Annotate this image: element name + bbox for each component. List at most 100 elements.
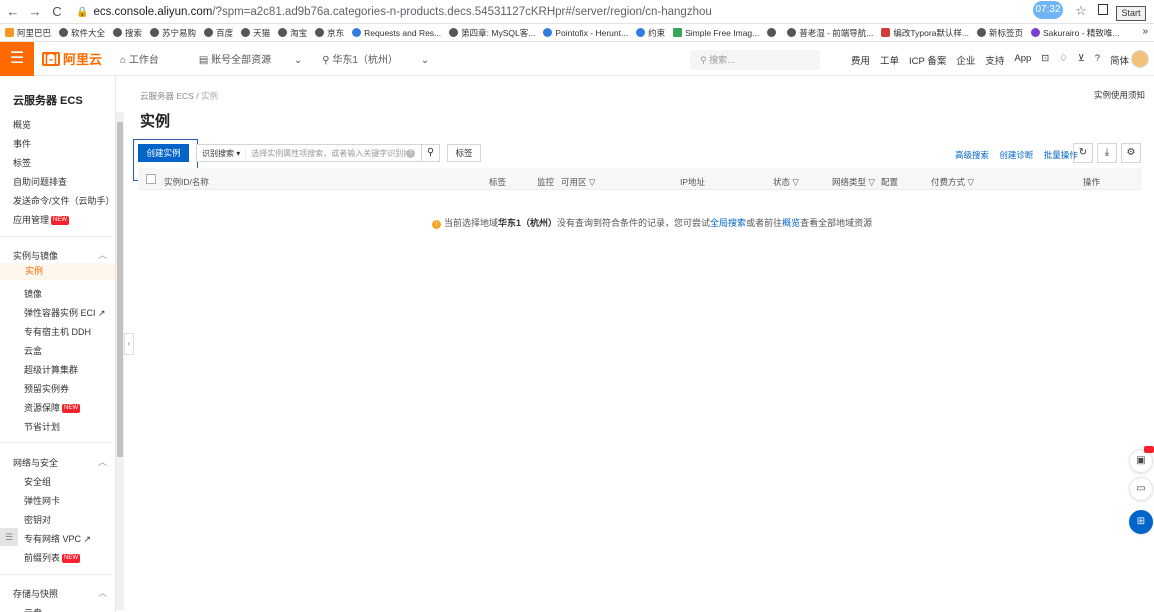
tag-filter-button[interactable]: 标签 (447, 144, 481, 162)
search-icon[interactable]: ⚲ (422, 144, 440, 162)
sidebar-item-capacity[interactable]: 资源保障 NEW (24, 401, 81, 414)
bookmark-item[interactable]: 天猫 (241, 27, 270, 39)
aliyun-logo[interactable]: [-] 阿里云 (42, 49, 102, 68)
bookmark-item[interactable]: Pointofix - Herunt... (543, 28, 628, 38)
filter-icon[interactable]: ▽ (792, 177, 799, 187)
create-instance-button[interactable]: 创建实例 (138, 144, 189, 162)
help-icon[interactable]: ? (406, 148, 415, 158)
start-button[interactable]: Start (1116, 6, 1146, 21)
feedback-float-icon[interactable]: ▭ (1129, 477, 1153, 501)
bell-icon[interactable]: ♢ (1059, 53, 1068, 67)
filter-icon[interactable]: ▽ (967, 177, 974, 187)
bookmark-item[interactable]: 编改Typora默认样... (881, 27, 969, 39)
bookmark-item[interactable]: 淘宝 (278, 27, 307, 39)
bookmark-item[interactable]: 约束 (636, 27, 665, 39)
sidebar-item-security-groups[interactable]: 安全组 (24, 475, 51, 488)
list-icon[interactable]: ☰ (0, 528, 18, 546)
sidebar-item-events[interactable]: 事件 (13, 137, 31, 150)
forward-icon[interactable]: → (26, 4, 44, 19)
col-network-type[interactable]: 网络类型 ▽ (832, 176, 875, 188)
bookmark-item[interactable]: 阿里巴巴 (5, 27, 51, 39)
sidebar-item-app-management[interactable]: 应用管理 NEW (13, 213, 70, 226)
sidebar-group-network-security[interactable]: 网络与安全 (13, 456, 58, 469)
menu-icon[interactable]: ☰ (0, 41, 34, 76)
breadcrumb-root[interactable]: 云服务器 ECS (140, 91, 194, 101)
top-search-input[interactable]: ⚲ 搜索... (690, 50, 820, 70)
account-resources-dropdown[interactable]: ▤ 账号全部资源 ⌄ (199, 51, 302, 66)
apps-float-icon[interactable]: ⊞ (1129, 510, 1153, 534)
toplink-ticket[interactable]: 工单 (880, 53, 899, 67)
cart-icon[interactable]: ⊻ (1078, 53, 1085, 67)
sidebar-item-savings-plan[interactable]: 节省计划 (24, 420, 60, 433)
search-mode-select[interactable]: 识别搜索 ▾ (197, 147, 247, 159)
sidebar-item-cloud-box[interactable]: 云盒 (24, 344, 42, 357)
bookmark-item[interactable]: 百度 (204, 27, 233, 39)
sidebar-item-instances[interactable]: 实例 (0, 263, 115, 280)
chevron-up-icon[interactable]: ︿ (98, 586, 107, 599)
bookmark-item[interactable]: Simple Free Imag... (673, 28, 759, 38)
toplink-enterprise[interactable]: 企业 (956, 53, 975, 67)
select-all-checkbox[interactable] (146, 174, 156, 184)
filter-icon[interactable]: ▽ (868, 177, 875, 187)
bookmark-item[interactable] (767, 28, 779, 37)
bookmark-item[interactable]: 软件大全 (59, 27, 105, 39)
col-status[interactable]: 状态 ▽ (773, 176, 799, 188)
help-icon[interactable]: ? (1095, 53, 1100, 67)
col-billing[interactable]: 付费方式 ▽ (931, 176, 974, 188)
download-icon[interactable]: ⤓ (1097, 143, 1117, 163)
sidebar-item-overview[interactable]: 概览 (13, 118, 31, 131)
bookmark-item[interactable]: Requests and Res... (352, 28, 441, 38)
col-zone[interactable]: 可用区 ▽ (561, 176, 595, 188)
user-avatar[interactable] (1131, 50, 1149, 68)
back-icon[interactable]: ← (4, 4, 22, 19)
toplink-app[interactable]: App (1014, 53, 1031, 67)
bookmark-item[interactable]: 新标签页 (976, 27, 1023, 39)
sidebar-item-prefix-list[interactable]: 前缀列表 NEW (24, 551, 81, 564)
language-switch[interactable]: 简体 (1110, 53, 1129, 67)
advanced-search-link[interactable]: 高级搜索 (955, 150, 989, 160)
sidebar-item-vpc[interactable]: 专有网络 VPC ↗ (24, 532, 91, 545)
reload-icon[interactable]: C (48, 4, 66, 19)
address-bar[interactable]: 🔒 ecs.console.aliyun.com/?spm=a2c81.ad9b7… (76, 6, 712, 18)
toplink-support[interactable]: 支持 (985, 53, 1004, 67)
chevron-up-icon[interactable]: ︿ (98, 248, 107, 261)
instance-search[interactable]: 识别搜索 ▾ 选择实例属性项搜索，或者输入关键字识别搜索 ? (196, 144, 422, 162)
sidebar-item-ddh[interactable]: 专有宿主机 DDH (24, 325, 91, 338)
global-search-link[interactable]: 全局搜索 (710, 218, 746, 228)
sidebar-item-scc[interactable]: 超级计算集群 (24, 363, 78, 376)
toplink-fee[interactable]: 费用 (851, 53, 870, 67)
sidebar-item-tags[interactable]: 标签 (13, 156, 31, 169)
sidebar-item-eci[interactable]: 弹性容器实例 ECI ↗ (24, 306, 106, 319)
sidebar-group-storage[interactable]: 存储与快照 (13, 587, 58, 600)
settings-icon[interactable]: ⚙ (1121, 143, 1141, 163)
sidebar-scroll-thumb[interactable] (117, 122, 123, 457)
bookmarks-more-icon[interactable]: » (1142, 26, 1148, 37)
workbench-link[interactable]: ⌂ 工作台 (120, 51, 179, 66)
create-diagnosis-link[interactable]: 创建诊断 (999, 150, 1033, 160)
search-input[interactable]: 选择实例属性项搜索，或者输入关键字识别搜索 (246, 148, 406, 159)
region-dropdown[interactable]: ⚲ 华东1（杭州） ⌄ (322, 51, 429, 66)
sidebar-item-images[interactable]: 镜像 (24, 287, 42, 300)
bookmark-item[interactable]: 苏宁易购 (150, 27, 196, 39)
sidebar-item-cloud-assistant[interactable]: 发送命令/文件（云助手） (13, 194, 115, 207)
bookmark-star-icon[interactable]: ☆ (1075, 3, 1087, 19)
bookmark-item[interactable]: 第四章: MySQL客... (449, 27, 535, 39)
collapse-sidebar-icon[interactable]: ‹ (124, 333, 134, 355)
sidebar-item-disks[interactable]: 云盘 (24, 606, 42, 612)
bookmark-item[interactable]: Sakurairo - 精致唯... (1030, 27, 1120, 39)
instance-notice-link[interactable]: 实例使用须知 (1094, 89, 1145, 101)
bookmark-item[interactable]: 京东 (315, 27, 344, 39)
sidebar-item-reserved[interactable]: 预留实例券 (24, 382, 69, 395)
sidebar-item-eni[interactable]: 弹性网卡 (24, 494, 60, 507)
sidebar-group-instances-images[interactable]: 实例与镜像 (13, 249, 58, 262)
refresh-icon[interactable]: ↻ (1073, 143, 1093, 163)
filter-icon[interactable]: ▽ (589, 177, 596, 187)
overview-link[interactable]: 概览 (782, 218, 800, 228)
terminal-icon[interactable]: ⊡ (1041, 53, 1049, 67)
sidebar-item-troubleshoot[interactable]: 自助问题排查 (13, 175, 67, 188)
chevron-up-icon[interactable]: ︿ (98, 455, 107, 468)
sidebar-item-key-pairs[interactable]: 密钥对 (24, 513, 51, 526)
bookmark-item[interactable]: 普老湿 - 前端导航... (787, 27, 873, 39)
bookmark-item[interactable]: 搜索 (113, 27, 142, 39)
tab-icon[interactable] (1098, 4, 1108, 15)
